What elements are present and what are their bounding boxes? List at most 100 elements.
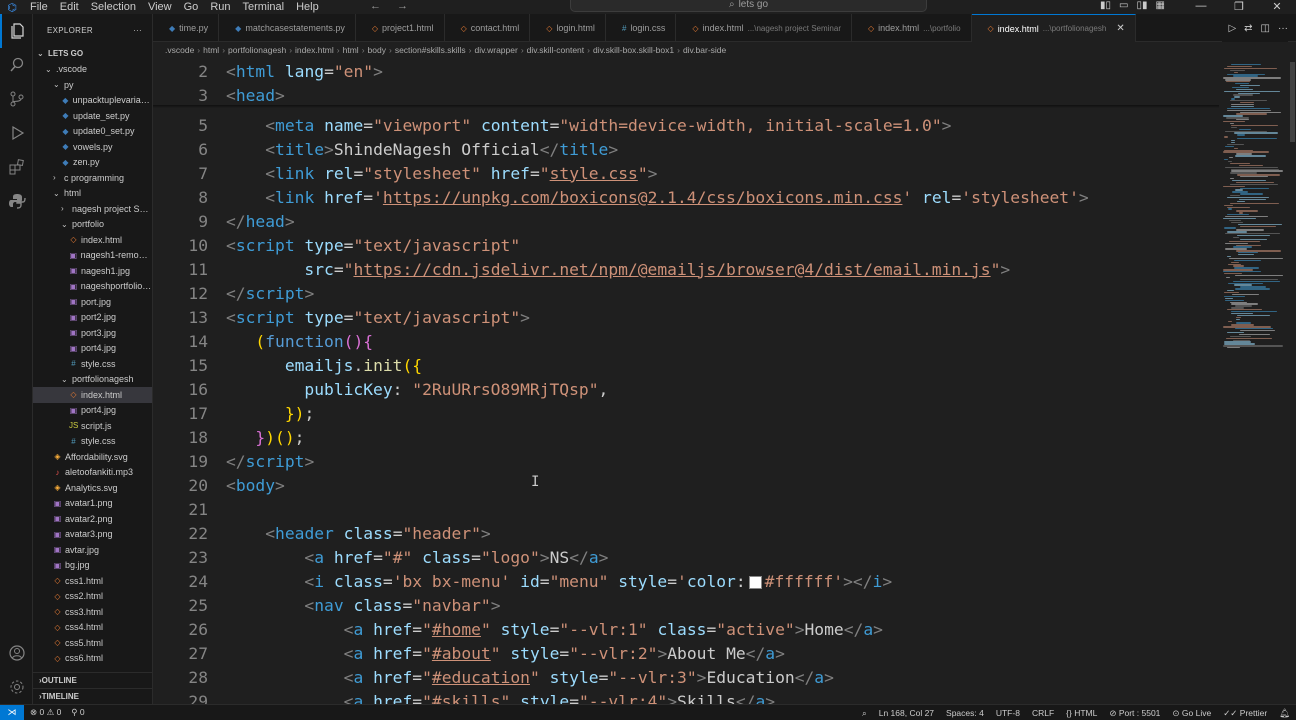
file-item[interactable]: ▣ avtar.jpg — [33, 542, 152, 558]
back-arrow-icon[interactable]: ← — [370, 0, 381, 12]
editor-tab[interactable]: ◇ index.html ...\portfolio — [852, 14, 972, 42]
file-item[interactable]: ♪ aletoofankiti.mp3 — [33, 465, 152, 481]
breadcrumb-item[interactable]: portfolionagesh — [228, 45, 286, 55]
editor-tab[interactable]: # login.css — [606, 14, 677, 42]
code-line[interactable]: 28 <a href="#education" style="--vlr:3">… — [153, 665, 834, 689]
breadcrumb-item[interactable]: .vscode — [165, 45, 194, 55]
file-item[interactable]: ◆ update0_set.py — [33, 124, 152, 140]
folder-item[interactable]: › c programming — [33, 170, 152, 186]
more-actions-icon[interactable]: ··· — [133, 26, 142, 35]
file-item[interactable]: ▣ nagesh1.jpg — [33, 263, 152, 279]
ports-status[interactable]: ⚲ 0 — [71, 707, 84, 718]
file-item[interactable]: ▣ nagesh1-remove... — [33, 248, 153, 264]
run-debug-icon[interactable] — [0, 116, 33, 150]
code-line[interactable]: 27 <a href="#about" style="--vlr:2">Abou… — [153, 641, 785, 665]
editor-tab[interactable]: ◇ project1.html — [356, 14, 445, 42]
menu-go[interactable]: Go — [178, 1, 205, 13]
split-editor-icon[interactable]: ◫ — [1261, 23, 1270, 34]
forward-arrow-icon[interactable]: → — [397, 0, 408, 12]
file-item[interactable]: ▣ port4.jpg — [33, 341, 152, 357]
live-server-port[interactable]: ⊘ Port : 5501 — [1109, 708, 1160, 719]
menu-terminal[interactable]: Terminal — [237, 1, 291, 13]
file-item[interactable]: ◆ vowels.py — [33, 139, 152, 155]
folder-item[interactable]: ⌄ portfolionagesh — [33, 372, 152, 388]
code-line[interactable]: 10 <script type="text/javascript" — [153, 233, 520, 257]
code-editor[interactable]: 2 <html lang="en"> 3 <head> 5 <meta name="vi… — [153, 58, 1219, 704]
code-line[interactable]: 25 <nav class="navbar"> — [153, 593, 500, 617]
code-line[interactable]: 16 publicKey: "2RuURrsO89MRjTQsp", — [153, 377, 608, 401]
breadcrumb-item[interactable]: html — [203, 45, 219, 55]
editor-tab[interactable]: ◇ index.html ...\portfolionagesh ✕ — [971, 14, 1136, 42]
command-center-search[interactable]: ⌕ lets go — [570, 0, 927, 12]
file-item[interactable]: ◇ index.html — [33, 387, 152, 403]
editor-tab[interactable]: ◆ matchcasestatements.py — [219, 14, 356, 42]
source-control-icon[interactable] — [0, 82, 33, 116]
editor-tab[interactable]: ◇ contact.html — [445, 14, 531, 42]
search-view-icon[interactable] — [0, 48, 33, 82]
scrollbar-thumb[interactable] — [1290, 62, 1295, 142]
minimize-icon[interactable]: — — [1182, 0, 1220, 13]
file-item[interactable]: ◇ css2.html — [33, 589, 152, 605]
more-icon[interactable]: ··· — [1278, 23, 1288, 34]
compare-icon[interactable]: ⇄ — [1244, 23, 1252, 34]
code-line[interactable]: 14 (function(){ — [153, 329, 373, 353]
file-item[interactable]: ◆ unpacktuplevariabl... — [33, 93, 152, 109]
breadcrumb-item[interactable]: div.skill-box.skill-box1 — [593, 45, 674, 55]
code-line[interactable]: 15 emailjs.init({ — [153, 353, 422, 377]
customize-layout-icon[interactable]: ▦ — [1155, 0, 1164, 11]
accounts-icon[interactable] — [0, 636, 33, 670]
code-line[interactable]: 13 <script type="text/javascript"> — [153, 305, 530, 329]
file-item[interactable]: # style.css — [33, 356, 152, 372]
file-encoding[interactable]: UTF-8 — [996, 708, 1020, 718]
code-line[interactable]: 5 <meta name="viewport" content="width=d… — [153, 113, 951, 137]
notifications-bell-icon[interactable]: 🔔︎ — [1279, 708, 1290, 719]
problems-status[interactable]: ⊗ 0 ⚠ 0 — [30, 707, 61, 718]
close-tab-icon[interactable]: ✕ — [1116, 23, 1124, 34]
file-item[interactable]: ◆ update_set.py — [33, 108, 152, 124]
file-item[interactable]: ▣ port2.jpg — [33, 310, 152, 326]
code-line[interactable]: 8 <link href='https://unpkg.com/boxicons… — [153, 185, 1089, 209]
menu-view[interactable]: View — [142, 1, 178, 13]
workspace-root[interactable]: ⌄ LETS GO — [33, 46, 152, 62]
file-item[interactable]: ▣ avatar3.png — [33, 527, 152, 543]
file-item[interactable]: ◇ css5.html — [33, 635, 152, 651]
outline-section[interactable]: › OUTLINE — [33, 672, 152, 688]
code-line[interactable]: 26 <a href="#home" style="--vlr:1" class… — [153, 617, 883, 641]
file-item[interactable]: ▣ bg.jpg — [33, 558, 152, 574]
breadcrumb-item[interactable]: html — [343, 45, 359, 55]
file-item[interactable]: ◇ css3.html — [33, 604, 152, 620]
breadcrumb-item[interactable]: div.bar-side — [683, 45, 726, 55]
breadcrumb-item[interactable]: body — [368, 45, 386, 55]
manage-gear-icon[interactable] — [0, 670, 33, 704]
code-line[interactable]: 23 <a href="#" class="logo">NS</a> — [153, 545, 608, 569]
file-item[interactable]: ▣ port4.jpg — [33, 403, 152, 419]
file-item[interactable]: ◇ css4.html — [33, 620, 152, 636]
file-item[interactable]: ▣ avatar2.png — [33, 511, 152, 527]
file-item[interactable]: ◈ Affordability.svg — [33, 449, 152, 465]
code-line[interactable]: 17 }); — [153, 401, 314, 425]
minimap[interactable] — [1219, 58, 1289, 704]
code-line[interactable]: 2 <html lang="en"> — [153, 59, 383, 83]
editor-tab[interactable]: ◇ index.html ...\nagesh project Seminar — [676, 14, 852, 42]
toggle-secondary-sidebar-icon[interactable]: ▯▮ — [1136, 0, 1147, 11]
code-line[interactable]: 24 <i class='bx bx-menu' id="menu" style… — [153, 569, 892, 593]
close-window-icon[interactable]: ✕ — [1258, 0, 1296, 13]
toggle-panel-icon[interactable]: ▭ — [1119, 0, 1128, 11]
file-item[interactable]: ▣ nageshportfolio.j... — [33, 279, 152, 295]
code-line[interactable]: 11 src="https://cdn.jsdelivr.net/npm/@em… — [153, 257, 1010, 281]
cursor-position[interactable]: Ln 168, Col 27 — [879, 708, 934, 718]
extensions-icon[interactable] — [0, 150, 33, 184]
explorer-icon[interactable] — [0, 14, 33, 48]
remote-indicator-icon[interactable]: ⋊ — [0, 704, 24, 720]
folder-item[interactable]: › nagesh project Se... — [33, 201, 152, 217]
toggle-sidebar-icon[interactable]: ▮▯ — [1100, 0, 1111, 11]
file-item[interactable]: ◇ index.html — [33, 232, 152, 248]
folder-item[interactable]: ⌄ py — [33, 77, 152, 93]
breadcrumb-item[interactable]: div.skill-content — [527, 45, 584, 55]
menu-run[interactable]: Run — [204, 1, 236, 13]
python-icon[interactable] — [0, 184, 33, 218]
file-item[interactable]: ▣ port.jpg — [33, 294, 152, 310]
code-line[interactable]: 9 </head> — [153, 209, 294, 233]
menu-file[interactable]: File — [24, 1, 54, 13]
indentation[interactable]: Spaces: 4 — [946, 708, 984, 718]
